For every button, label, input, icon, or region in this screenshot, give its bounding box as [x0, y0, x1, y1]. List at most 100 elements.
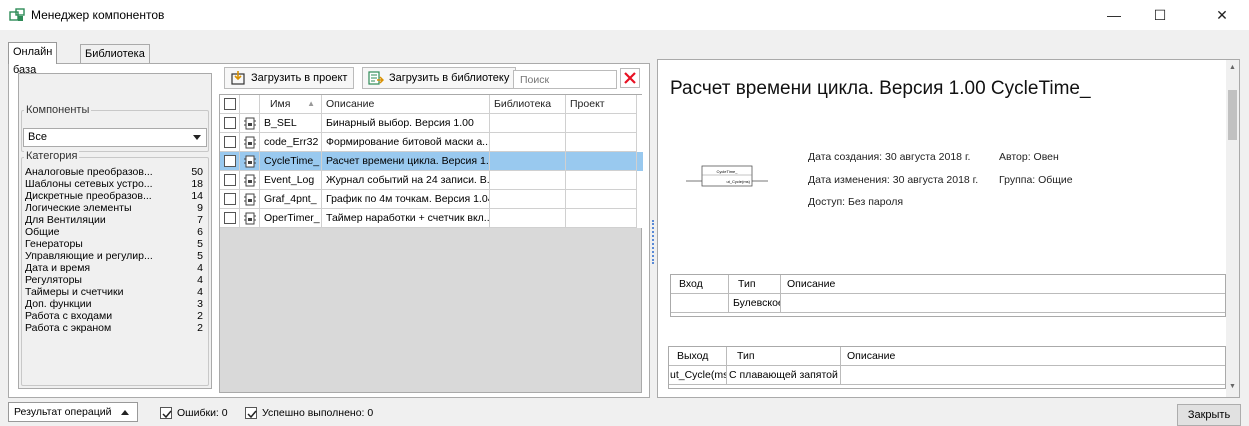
minimize-button[interactable]: — [1091, 0, 1137, 30]
close-window-button[interactable]: ✕ [1195, 0, 1249, 30]
category-item[interactable]: Дискретные преобразов... 14 [25, 190, 203, 202]
load-to-library-button[interactable]: Загрузить в библиотеку [362, 67, 517, 89]
row-name: Event_Log [260, 171, 322, 190]
chevron-down-icon [193, 135, 201, 140]
row-library [490, 190, 566, 209]
errors-label: Ошибки: 0 [177, 407, 228, 419]
row-library [490, 171, 566, 190]
created-date: Дата создания: 30 августа 2018 г. [808, 151, 971, 163]
success-checkbox[interactable] [245, 407, 257, 419]
components-select[interactable]: Все [23, 128, 207, 147]
row-check-cell[interactable] [220, 209, 240, 228]
row-checkbox[interactable] [224, 155, 236, 167]
input-row-desc [781, 294, 1225, 313]
library-import-icon [368, 71, 384, 85]
tab-online-base[interactable]: Онлайн база [8, 42, 58, 76]
block-title-text: CycleTime_ [717, 169, 739, 174]
category-name: Регуляторы [25, 274, 82, 286]
tab-library[interactable]: Библиотека [80, 44, 150, 64]
errors-checkbox[interactable] [160, 407, 172, 419]
splitter-handle-right[interactable] [652, 220, 654, 264]
category-count: 14 [191, 190, 203, 202]
inputs-header-desc: Описание [781, 275, 1225, 294]
row-checkbox[interactable] [224, 117, 236, 129]
icon-column-header [240, 95, 260, 114]
table-header-row: Имя ▲ Описание Библиотека Проект [220, 95, 643, 114]
operation-results-button[interactable]: Результат операций [8, 402, 139, 422]
row-checkbox[interactable] [224, 136, 236, 148]
column-header-description[interactable]: Описание [322, 95, 490, 114]
category-item[interactable]: Генераторы 5 [25, 238, 203, 250]
row-check-cell[interactable] [220, 152, 240, 171]
row-check-cell[interactable] [220, 190, 240, 209]
row-name: CycleTime_ [260, 152, 322, 171]
select-all-checkbox[interactable] [224, 98, 236, 110]
table-row[interactable]: Event_Log Журнал событий на 24 записи. В.… [220, 171, 643, 190]
row-library [490, 133, 566, 152]
row-check-cell[interactable] [220, 171, 240, 190]
row-project [566, 209, 637, 228]
row-description: Бинарный выбор. Версия 1.00 [322, 114, 490, 133]
success-filter[interactable]: Успешно выполнено: 0 [245, 406, 373, 420]
category-item[interactable]: Дата и время 4 [25, 262, 203, 274]
component-manager-window: Менеджер компонентов — ☐ ✕ Онлайн база Б… [0, 0, 1249, 426]
row-check-cell[interactable] [220, 133, 240, 152]
table-row[interactable]: OperTimer_ Таймер наработки + счетчик вкл… [220, 209, 643, 228]
block-output-text: ut_Cycle(ms) [726, 179, 750, 184]
category-item[interactable]: Доп. функции 3 [25, 298, 203, 310]
category-item[interactable]: Шаблоны сетевых устро... 18 [25, 178, 203, 190]
category-item[interactable]: Для Вентиляции 7 [25, 214, 203, 226]
category-item[interactable]: Общие 6 [25, 226, 203, 238]
table-row[interactable]: CycleTime_ Расчет времени цикла. Версия 1… [220, 152, 643, 171]
row-name: code_Err32 [260, 133, 322, 152]
row-name: B_SEL [260, 114, 322, 133]
row-checkbox[interactable] [224, 212, 236, 224]
filter-panel: Компоненты Все Категория Аналоговые прео… [18, 73, 212, 389]
category-item[interactable]: Аналоговые преобразов... 50 [25, 166, 203, 178]
table-row[interactable]: code_Err32 Формирование битовой маски а..… [220, 133, 643, 152]
maximize-button[interactable]: ☐ [1137, 0, 1183, 30]
category-name: Генераторы [25, 238, 83, 250]
table-row[interactable]: Graf_4pnt_ График по 4м точкам. Версия 1.… [220, 190, 643, 209]
scroll-up-icon[interactable]: ▲ [1229, 64, 1236, 71]
select-all-cell[interactable] [220, 95, 240, 114]
category-item[interactable]: Работа с входами 2 [25, 310, 203, 322]
category-name: Работа с входами [25, 310, 113, 322]
category-name: Таймеры и счетчики [25, 286, 124, 298]
close-button[interactable]: Закрыть [1177, 404, 1241, 426]
category-item[interactable]: Логические элементы 9 [25, 202, 203, 214]
category-item[interactable]: Регуляторы 4 [25, 274, 203, 286]
category-count: 2 [197, 322, 203, 334]
scroll-down-icon[interactable]: ▼ [1229, 383, 1236, 390]
component-icon-cell [240, 190, 260, 209]
category-item[interactable]: Управляющие и регулир... 5 [25, 250, 203, 262]
row-description: График по 4м точкам. Версия 1.04 [322, 190, 490, 209]
column-header-project[interactable]: Проект [566, 95, 637, 114]
category-count: 5 [197, 250, 203, 262]
row-library [490, 114, 566, 133]
component-icon-cell [240, 133, 260, 152]
scrollbar-thumb[interactable] [1228, 90, 1237, 140]
group-info: Группа: Общие [999, 174, 1073, 186]
category-count: 3 [197, 298, 203, 310]
category-count: 18 [191, 178, 203, 190]
column-header-name[interactable]: Имя ▲ [260, 95, 322, 114]
row-check-cell[interactable] [220, 114, 240, 133]
search-input[interactable] [513, 70, 617, 89]
inputs-table: Вход Тип Описание Булевское [670, 274, 1226, 317]
errors-filter[interactable]: Ошибки: 0 [160, 406, 228, 420]
category-count: 4 [197, 286, 203, 298]
category-item[interactable]: Таймеры и счетчики 4 [25, 286, 203, 298]
load-to-project-button[interactable]: Загрузить в проект [224, 67, 355, 89]
clear-search-button[interactable] [620, 68, 640, 88]
column-header-library[interactable]: Библиотека [490, 95, 566, 114]
category-name: Аналоговые преобразов... [25, 166, 153, 178]
detail-scrollbar[interactable]: ▲ ▼ [1226, 60, 1239, 397]
row-checkbox[interactable] [224, 193, 236, 205]
components-label: Компоненты [24, 104, 92, 116]
row-checkbox[interactable] [224, 174, 236, 186]
component-icon-cell [240, 171, 260, 190]
output-row-desc [841, 366, 1225, 385]
table-row[interactable]: B_SEL Бинарный выбор. Версия 1.00 [220, 114, 643, 133]
category-item[interactable]: Работа с экраном 2 [25, 322, 203, 334]
